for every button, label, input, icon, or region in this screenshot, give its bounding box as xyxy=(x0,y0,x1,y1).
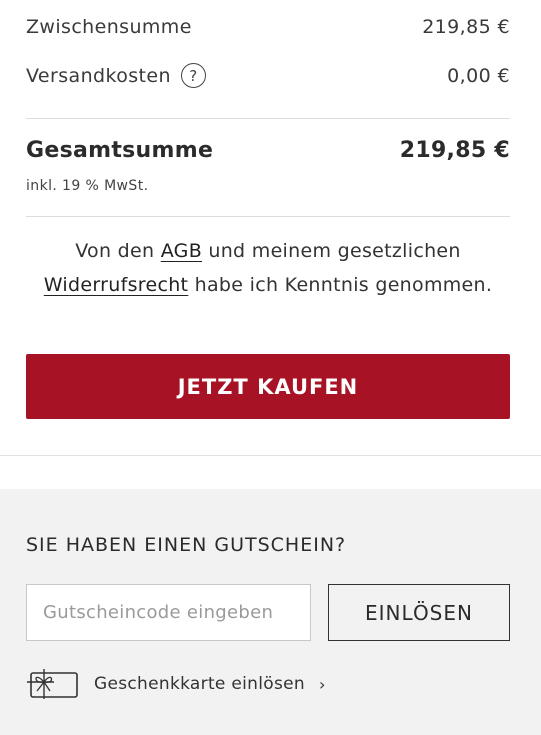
shipping-label: Versandkosten xyxy=(26,64,171,87)
redeem-button[interactable]: EINLÖSEN xyxy=(328,584,510,641)
help-icon[interactable]: ? xyxy=(180,63,206,88)
vat-note: inkl. 19 % MwSt. xyxy=(26,178,149,194)
legal-text-3: habe ich Kenntnis genommen. xyxy=(188,274,493,296)
agb-link[interactable]: AGB xyxy=(161,240,202,262)
voucher-title: SIE HABEN EINEN GUTSCHEIN? xyxy=(26,534,347,556)
divider xyxy=(26,216,510,217)
legal-text-1: Von den xyxy=(75,240,161,262)
giftcard-link[interactable]: Geschenkkarte einlösen › xyxy=(26,667,326,701)
divider xyxy=(26,118,510,119)
gift-card-icon xyxy=(27,669,78,699)
subtotal-value: 219,85 € xyxy=(422,16,510,38)
voucher-section: SIE HABEN EINEN GUTSCHEIN? EINLÖSEN Gesc… xyxy=(0,489,541,735)
total-value: 219,85 € xyxy=(399,138,510,163)
legal-text-2: und meinem gesetzlichen xyxy=(202,240,461,262)
subtotal-label: Zwischensumme xyxy=(26,16,192,38)
withdrawal-link[interactable]: Widerrufsrecht xyxy=(44,274,189,296)
buy-now-button[interactable]: JETZT KAUFEN xyxy=(26,354,510,419)
section-divider xyxy=(0,455,541,456)
legal-notice: Von den AGB und meinem gesetzlichen Wide… xyxy=(26,234,510,302)
subtotal-row: Zwischensumme 219,85 € xyxy=(26,16,510,38)
total-row: Gesamtsumme 219,85 € xyxy=(26,138,510,163)
chevron-right-icon: › xyxy=(318,674,326,694)
shipping-row: Versandkosten ? 0,00 € xyxy=(26,63,510,88)
total-label: Gesamtsumme xyxy=(26,138,214,163)
shipping-label-wrap: Versandkosten ? xyxy=(26,63,206,88)
shipping-value: 0,00 € xyxy=(447,64,510,87)
voucher-code-input[interactable] xyxy=(26,584,311,641)
giftcard-label: Geschenkkarte einlösen xyxy=(94,674,305,694)
